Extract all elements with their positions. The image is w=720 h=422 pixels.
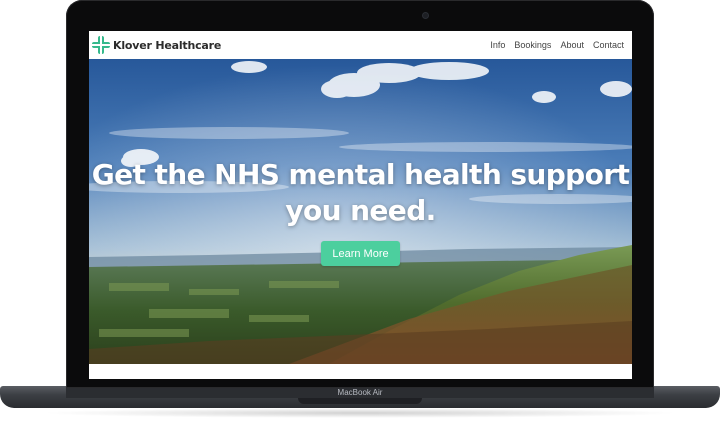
hero-section: Get the NHS mental health support you ne…: [89, 59, 632, 364]
brand-name: Klover Healthcare: [113, 38, 222, 52]
learn-more-button[interactable]: Learn More: [321, 241, 400, 266]
laptop-notch: [298, 398, 422, 404]
device-label: MacBook Air: [337, 388, 383, 397]
nav-link-info[interactable]: Info: [490, 40, 505, 50]
website-screen: Klover Healthcare Info Bookings About Co…: [89, 31, 632, 379]
page-footer-strip: [89, 364, 632, 379]
nav-link-bookings[interactable]: Bookings: [514, 40, 551, 50]
nav-links: Info Bookings About Contact: [490, 40, 624, 50]
nav-link-contact[interactable]: Contact: [593, 40, 624, 50]
laptop-shadow: [40, 408, 680, 418]
laptop-mockup: MacBook Air Klover Healthcare Info Booki…: [0, 0, 720, 422]
site-navbar: Klover Healthcare Info Bookings About Co…: [89, 31, 632, 59]
nav-link-about[interactable]: About: [560, 40, 584, 50]
green-cross-icon: [92, 36, 110, 54]
webcam-icon: [423, 13, 428, 18]
hero-headline: Get the NHS mental health support you ne…: [91, 158, 630, 227]
brand-logo[interactable]: Klover Healthcare: [92, 36, 221, 54]
